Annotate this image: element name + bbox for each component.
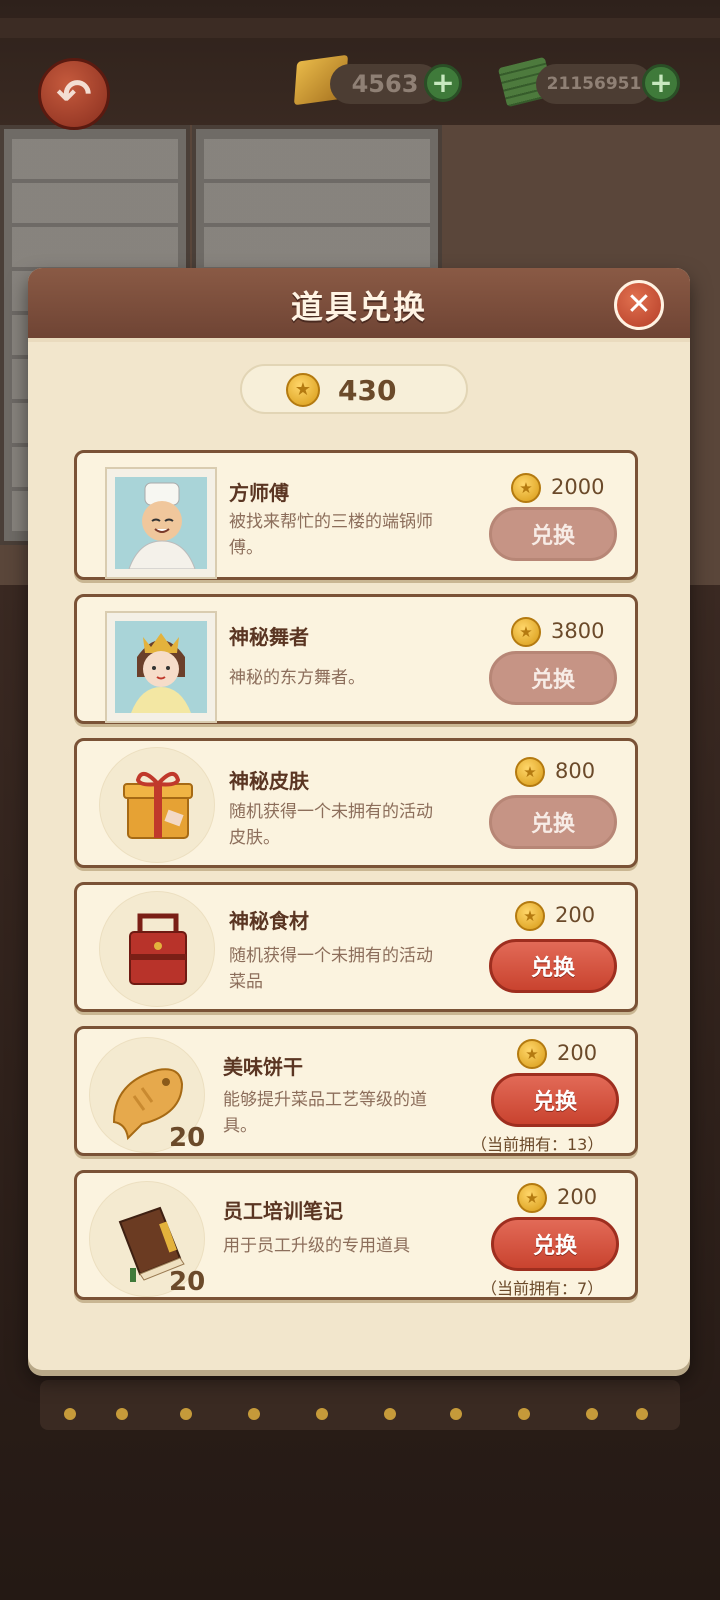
item-price: 2000 (551, 475, 605, 499)
exchange-button-label: 兑换 (532, 1234, 577, 1259)
rail-light (384, 1408, 396, 1420)
item-count: 20 (169, 1123, 206, 1153)
exchange-item-card: 方师傅 被找来帮忙的三楼的端锅师傅。 ★ 2000 兑换 (74, 450, 638, 580)
back-arrow-icon: ↶ (56, 69, 92, 119)
item-price: 200 (555, 903, 596, 927)
close-button[interactable]: ✕ (614, 280, 664, 330)
plus-icon: + (431, 66, 455, 99)
rail-light (64, 1408, 76, 1420)
item-description: 能够提升菜品工艺等级的道具。 (223, 1090, 427, 1136)
plus-icon: + (649, 66, 673, 99)
item-price: 3800 (551, 619, 605, 643)
rail-light (116, 1408, 128, 1420)
coin-icon: ★ (515, 901, 545, 931)
add-gold-button[interactable]: + (424, 64, 462, 102)
rail-light (586, 1408, 598, 1420)
exchange-button[interactable]: 兑换 (491, 1217, 619, 1271)
coin-balance: ★ 430 (240, 364, 468, 414)
coin-icon: ★ (517, 1183, 547, 1213)
exchange-item-card: 神秘皮肤 随机获得一个未拥有的活动皮肤。 ★ 800 兑换 (74, 738, 638, 868)
coin-icon: ★ (517, 1039, 547, 1069)
gold-amount: 4563 (351, 70, 419, 98)
mystery-dancer-portrait (105, 611, 217, 723)
exchange-button-label: 兑换 (530, 668, 575, 693)
cash-counter: 21156951 (536, 64, 652, 104)
item-count: 20 (169, 1267, 206, 1297)
rail-light (316, 1408, 328, 1420)
item-name: 员工培训笔记 (223, 1199, 343, 1223)
item-description: 被找来帮忙的三楼的端锅师傅。 (229, 512, 433, 558)
coin-icon: ★ (286, 373, 320, 407)
exchange-button-label: 兑换 (532, 1090, 577, 1115)
item-description: 随机获得一个未拥有的活动菜品 (229, 946, 433, 992)
exchange-button[interactable]: 兑换 (489, 507, 617, 561)
coin-icon: ★ (511, 473, 541, 503)
item-description: 随机获得一个未拥有的活动皮肤。 (229, 802, 433, 848)
exchange-button-label: 兑换 (530, 812, 575, 837)
chef-fang-portrait (105, 467, 217, 579)
exchange-item-card: 神秘食材 随机获得一个未拥有的活动菜品 ★ 200 兑换 (74, 882, 638, 1012)
exchange-item-card: 20 员工培训笔记 用于员工升级的专用道具 ★ 200 兑换 （当前拥有：7） (74, 1170, 638, 1300)
item-exchange-dialog: 道具兑换 ✕ ★ 430 方师傅 被找来帮忙的三楼的端锅师傅。 ★ 2000 兑… (28, 268, 690, 1370)
exchange-button-label: 兑换 (530, 524, 575, 549)
rail-light (450, 1408, 462, 1420)
back-button[interactable]: ↶ (38, 58, 110, 130)
rail-light (248, 1408, 260, 1420)
item-description: 用于员工升级的专用道具 (223, 1236, 410, 1256)
exchange-button[interactable]: 兑换 (489, 651, 617, 705)
exchange-button[interactable]: 兑换 (491, 1073, 619, 1127)
coin-icon: ★ (515, 757, 545, 787)
gift-box-icon (99, 747, 215, 863)
counter-rail (40, 1380, 680, 1430)
food-basket-icon (99, 891, 215, 1007)
coin-icon: ★ (511, 617, 541, 647)
item-price: 200 (557, 1041, 598, 1065)
coin-balance-value: 430 (338, 374, 397, 407)
rail-light (180, 1408, 192, 1420)
dialog-title: 道具兑换 (290, 288, 427, 326)
dialog-header: 道具兑换 ✕ (28, 268, 690, 342)
exchange-button-label: 兑换 (530, 956, 575, 981)
item-name: 方师傅 (229, 481, 289, 505)
item-name: 神秘舞者 (229, 625, 309, 649)
top-trim (0, 18, 720, 38)
owned-count: （当前拥有：13） (471, 1135, 604, 1154)
item-name: 神秘皮肤 (229, 769, 309, 793)
exchange-button[interactable]: 兑换 (489, 795, 617, 849)
item-price: 800 (555, 759, 596, 783)
exchange-item-card: 神秘舞者 神秘的东方舞者。 ★ 3800 兑换 (74, 594, 638, 724)
exchange-item-card: 20 美味饼干 能够提升菜品工艺等级的道具。 ★ 200 兑换 （当前拥有：13… (74, 1026, 638, 1156)
item-name: 美味饼干 (223, 1055, 303, 1079)
item-name: 神秘食材 (229, 909, 309, 933)
owned-count: （当前拥有：7） (481, 1279, 604, 1298)
add-cash-button[interactable]: + (642, 64, 680, 102)
cash-amount: 21156951 (546, 74, 642, 94)
exchange-button[interactable]: 兑换 (489, 939, 617, 993)
close-icon: ✕ (626, 287, 652, 322)
rail-light (518, 1408, 530, 1420)
item-description: 神秘的东方舞者。 (229, 668, 365, 688)
item-price: 200 (557, 1185, 598, 1209)
rail-light (636, 1408, 648, 1420)
